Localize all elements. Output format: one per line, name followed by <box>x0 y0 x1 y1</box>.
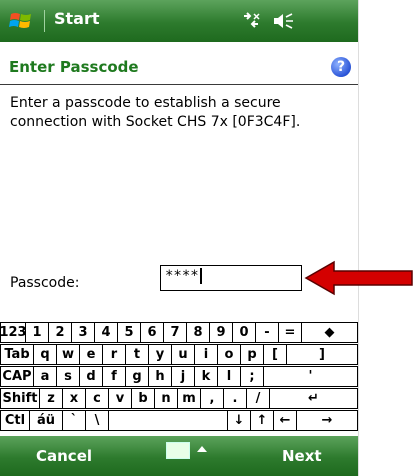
passcode-label: Passcode: <box>10 275 80 291</box>
keyboard-row: Shift z x c v b n m,. / ↵ <box>0 388 358 409</box>
keyboard-key[interactable]: l <box>217 366 241 387</box>
keyboard-key[interactable]: n <box>154 388 178 409</box>
keyboard-row: Tab q w e r t y u i o p[] <box>0 344 358 365</box>
device-screen: Start Enter Passcode ? Enter a passcode … <box>0 0 359 476</box>
title-separator <box>44 10 45 32</box>
keyboard-key[interactable]: e <box>79 344 103 365</box>
start-title[interactable]: Start <box>54 9 100 28</box>
keyboard-key[interactable]: c <box>85 388 109 409</box>
keyboard-key[interactable]: f <box>102 366 126 387</box>
keyboard-key[interactable]: ` <box>62 410 86 431</box>
help-icon[interactable]: ? <box>331 57 351 77</box>
keyboard-key[interactable]: → <box>296 410 358 431</box>
keyboard-key[interactable]: o <box>217 344 241 365</box>
next-softkey[interactable]: Next <box>282 447 322 465</box>
keyboard-key[interactable]: ← <box>273 410 297 431</box>
text-caret <box>199 268 202 284</box>
keyboard-key[interactable]: x <box>62 388 86 409</box>
connectivity-icon[interactable] <box>240 10 262 32</box>
keyboard-key[interactable]: 0 <box>232 322 256 343</box>
keyboard-key[interactable]: / <box>246 388 270 409</box>
keyboard-key[interactable]: ' <box>263 366 358 387</box>
keyboard-key[interactable]: a <box>33 366 57 387</box>
passcode-input[interactable]: **** <box>160 265 302 291</box>
keyboard-row: CAP a s d f g h j k l; ' <box>0 366 358 387</box>
keyboard-key[interactable]: k <box>194 366 218 387</box>
passcode-value: **** <box>165 268 199 284</box>
keyboard-key[interactable]: [ <box>263 344 287 365</box>
keyboard-key[interactable]: t <box>125 344 149 365</box>
keyboard-key[interactable]: ↵ <box>269 388 358 409</box>
keyboard-key[interactable]: 8 <box>186 322 210 343</box>
keyboard-key[interactable]: - <box>255 322 279 343</box>
keyboard-key[interactable]: y <box>148 344 172 365</box>
keyboard-row: Ctl áü ` \ ↓ ↑ ← → <box>0 410 358 431</box>
keyboard-key[interactable]: r <box>102 344 126 365</box>
keyboard-key[interactable]: 5 <box>117 322 141 343</box>
keyboard-key[interactable]: 6 <box>140 322 164 343</box>
header-divider <box>0 84 358 85</box>
keyboard-key[interactable]: = <box>278 322 302 343</box>
keyboard-key[interactable]: áü <box>29 410 63 431</box>
keyboard-key[interactable] <box>108 410 228 431</box>
keyboard-key[interactable]: Shift <box>0 388 40 409</box>
keyboard-key[interactable]: CAP <box>0 366 34 387</box>
keyboard-key[interactable]: 2 <box>48 322 72 343</box>
keyboard-key[interactable]: ; <box>240 366 264 387</box>
keyboard-key[interactable]: ↓ <box>227 410 251 431</box>
soft-keyboard: 123 1 2 3 4 5 6 7 8 9 0- = ◆ Tab q w e r t y u i o p[] CAP a s d f g h… <box>0 322 358 432</box>
keyboard-key[interactable]: 7 <box>163 322 187 343</box>
keyboard-key[interactable]: q <box>33 344 57 365</box>
keyboard-key[interactable]: ] <box>286 344 358 365</box>
keyboard-key[interactable]: i <box>194 344 218 365</box>
keyboard-key[interactable]: s <box>56 366 80 387</box>
input-menu-arrow-icon[interactable] <box>197 446 207 452</box>
keyboard-key[interactable]: 3 <box>71 322 95 343</box>
keyboard-key[interactable]: p <box>240 344 264 365</box>
softkey-bar: Cancel Next <box>0 436 358 476</box>
keyboard-icon[interactable] <box>166 442 190 459</box>
keyboard-key[interactable]: b <box>131 388 155 409</box>
keyboard-key[interactable]: 4 <box>94 322 118 343</box>
windows-flag-icon[interactable] <box>8 8 34 34</box>
title-bar: Start <box>0 0 358 42</box>
page-header: Enter Passcode ? <box>0 54 358 82</box>
keyboard-key[interactable]: ◆ <box>301 322 358 343</box>
keyboard-key[interactable]: d <box>79 366 103 387</box>
keyboard-key[interactable]: ↑ <box>250 410 274 431</box>
keyboard-key[interactable]: \ <box>85 410 109 431</box>
keyboard-key[interactable]: . <box>223 388 247 409</box>
keyboard-key[interactable]: 9 <box>209 322 233 343</box>
speaker-icon[interactable] <box>270 10 296 32</box>
keyboard-key[interactable]: h <box>148 366 172 387</box>
keyboard-row: 123 1 2 3 4 5 6 7 8 9 0- = ◆ <box>0 322 358 343</box>
keyboard-key[interactable]: , <box>200 388 224 409</box>
page-title: Enter Passcode <box>9 58 139 76</box>
keyboard-key[interactable]: 123 <box>0 322 27 343</box>
cancel-softkey[interactable]: Cancel <box>36 447 92 465</box>
keyboard-key[interactable]: j <box>171 366 195 387</box>
instruction-text: Enter a passcode to establish a secure c… <box>10 95 301 130</box>
keyboard-key[interactable]: u <box>171 344 195 365</box>
keyboard-key[interactable]: w <box>56 344 80 365</box>
red-pointer-arrow-icon <box>304 260 413 296</box>
keyboard-key[interactable]: Ctl <box>0 410 30 431</box>
keyboard-key[interactable]: Tab <box>0 344 34 365</box>
keyboard-key[interactable]: z <box>39 388 63 409</box>
keyboard-key[interactable]: 1 <box>25 322 49 343</box>
keyboard-key[interactable]: m <box>177 388 201 409</box>
keyboard-key[interactable]: v <box>108 388 132 409</box>
keyboard-key[interactable]: g <box>125 366 149 387</box>
